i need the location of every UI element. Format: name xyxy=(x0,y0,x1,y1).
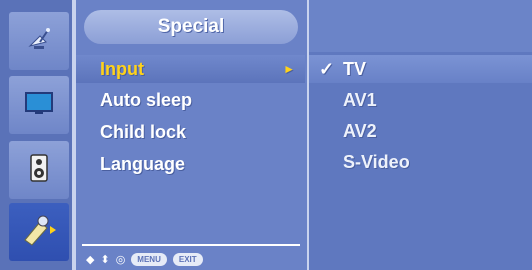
menu-item-input[interactable]: Input ► xyxy=(76,55,305,83)
menu-panel: Special Input ► Auto sleep Child lock La… xyxy=(76,0,307,270)
osd-menu: Special Input ► Auto sleep Child lock La… xyxy=(0,0,532,270)
checkmark-icon: ✓ xyxy=(319,59,335,79)
option-label: AV2 xyxy=(343,121,377,141)
category-tile-setup[interactable] xyxy=(9,12,69,70)
category-tile-sound[interactable] xyxy=(9,141,69,199)
sound-icon xyxy=(28,153,50,188)
menu-key-hint: MENU xyxy=(131,252,167,266)
exit-key-hint: EXIT xyxy=(172,252,203,266)
nav-hint-bar: ◆ ⬍ ◎ MENU EXIT xyxy=(86,250,203,268)
option-label: S-Video xyxy=(343,152,410,172)
ok-button-icon: ◎ xyxy=(115,253,126,266)
options-header-bar xyxy=(309,0,532,52)
special-tools-icon xyxy=(20,212,58,253)
option-label: AV1 xyxy=(343,90,377,110)
category-tile-special[interactable] xyxy=(9,203,69,261)
nav-divider xyxy=(82,244,300,246)
menu-item-auto-sleep[interactable]: Auto sleep xyxy=(76,86,305,114)
menu-item-language[interactable]: Language xyxy=(76,150,305,178)
menu-item-label: Auto sleep xyxy=(100,90,193,110)
up-down-arrows-icon: ⬍ xyxy=(100,253,110,266)
option-s-video[interactable]: S-Video xyxy=(309,148,532,176)
category-tile-picture[interactable] xyxy=(9,76,69,134)
menu-item-label: Input xyxy=(100,59,144,79)
options-panel: ✓ TV AV1 AV2 S-Video xyxy=(309,0,532,270)
option-av2[interactable]: AV2 xyxy=(309,117,532,145)
menu-title: Special xyxy=(84,10,298,44)
category-sidebar xyxy=(0,0,72,270)
option-av1[interactable]: AV1 xyxy=(309,86,532,114)
option-label: TV xyxy=(343,59,367,79)
left-right-arrows-icon: ◆ xyxy=(86,253,95,266)
menu-item-label: Child lock xyxy=(100,122,187,142)
menu-item-child-lock[interactable]: Child lock xyxy=(76,118,305,146)
option-tv[interactable]: ✓ TV xyxy=(309,55,532,83)
menu-item-label: Language xyxy=(100,154,186,174)
satellite-dish-icon xyxy=(24,24,54,59)
submenu-arrow-icon: ► xyxy=(283,62,295,76)
screen-icon xyxy=(24,90,54,121)
